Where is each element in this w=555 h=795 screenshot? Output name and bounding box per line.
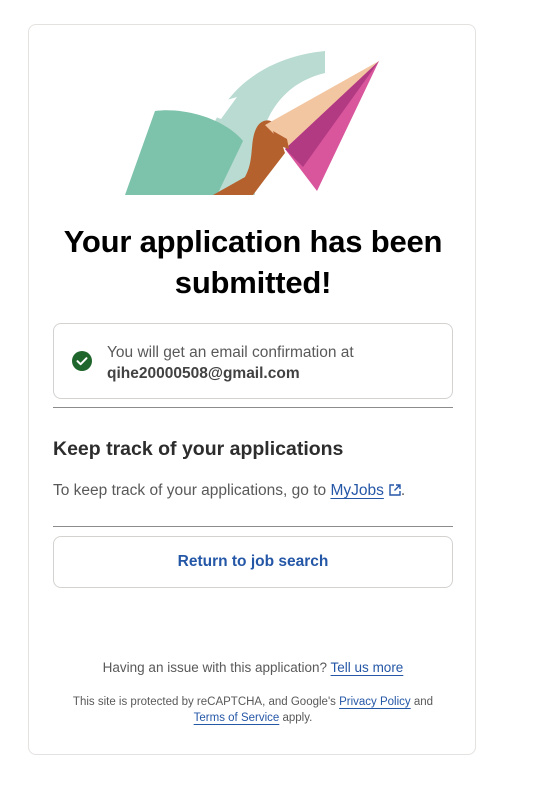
tell-us-more-link[interactable]: Tell us more xyxy=(331,660,404,675)
myjobs-link[interactable]: MyJobs xyxy=(330,482,401,499)
recaptcha-text: This site is protected by reCAPTCHA, and… xyxy=(72,696,340,708)
track-text-after: . xyxy=(400,482,406,499)
check-circle-icon xyxy=(72,351,92,371)
return-to-job-search-button[interactable]: Return to job search xyxy=(53,536,453,588)
recaptcha-notice: This site is protected by reCAPTCHA, and… xyxy=(53,694,453,726)
email-confirmation-notice: You will get an email confirmation at qi… xyxy=(53,323,453,399)
recaptcha-and: and xyxy=(410,696,434,708)
recaptcha-apply: apply. xyxy=(279,712,313,724)
email-notice-text: You will get an email confirmation at xyxy=(107,344,354,361)
terms-of-service-link[interactable]: Terms of Service xyxy=(194,712,280,724)
application-issue-line: Having an issue with this application? T… xyxy=(29,659,477,677)
external-link-icon xyxy=(389,484,401,496)
paper-plane-illustration xyxy=(125,51,379,195)
track-text-before: To keep track of your applications, go t… xyxy=(53,482,331,499)
divider xyxy=(53,407,453,408)
track-applications-text: To keep track of your applications, go t… xyxy=(53,480,405,502)
divider xyxy=(53,526,453,527)
issue-text: Having an issue with this application? xyxy=(102,660,331,675)
page-title: Your application has been submitted! xyxy=(63,224,443,300)
privacy-policy-link[interactable]: Privacy Policy xyxy=(339,696,411,708)
confirmation-card: Your application has been submitted! You… xyxy=(28,24,476,755)
track-applications-heading: Keep track of your applications xyxy=(53,438,344,460)
confirmation-email: qihe20000508@gmail.com xyxy=(107,365,300,382)
